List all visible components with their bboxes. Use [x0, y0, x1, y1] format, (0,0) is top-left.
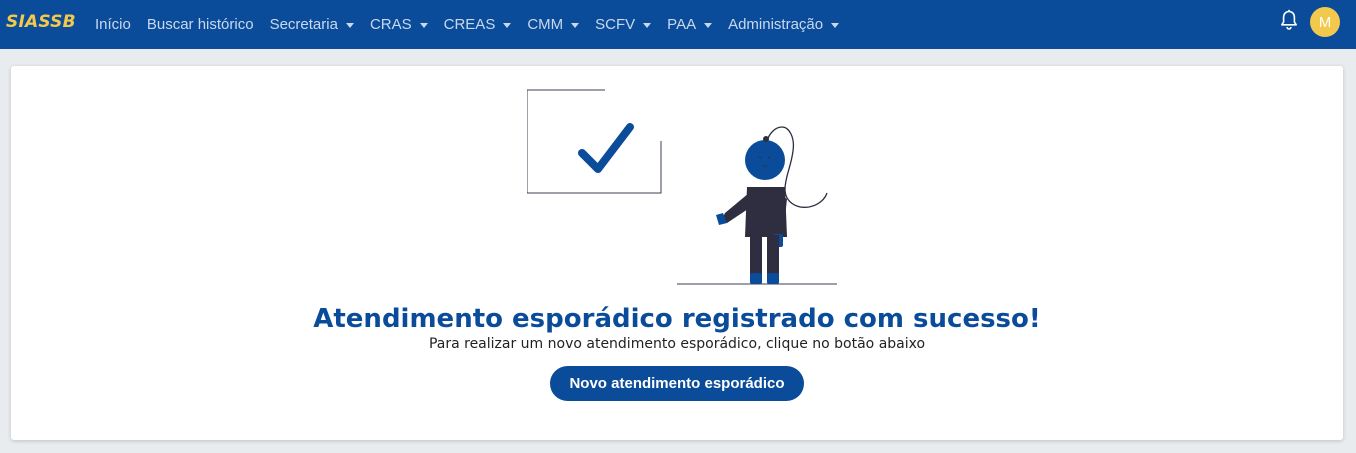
- caret-down-icon: [419, 22, 428, 28]
- caret-down-icon: [571, 22, 580, 28]
- caret-down-icon: [345, 22, 354, 28]
- nav-dropdown-scfv[interactable]: SCFV: [595, 0, 652, 49]
- bell-icon[interactable]: [1279, 9, 1299, 31]
- nav-dropdown-administracao[interactable]: Administração: [728, 0, 840, 49]
- nav-label: CMM: [527, 16, 564, 33]
- brand-logo[interactable]: SIASSB: [6, 12, 76, 32]
- nav-label: CREAS: [443, 16, 496, 33]
- new-sporadic-attendance-button[interactable]: Novo atendimento esporádico: [550, 366, 804, 401]
- nav-dropdown-cras[interactable]: CRAS: [370, 0, 428, 49]
- caret-down-icon: [503, 22, 512, 28]
- nav-label: PAA: [667, 16, 697, 33]
- main-nav: Início Buscar histórico Secretaria CRAS …: [95, 0, 855, 49]
- nav-dropdown-paa[interactable]: PAA: [667, 0, 713, 49]
- nav-label: Administração: [728, 16, 824, 33]
- nav-label: Início: [95, 16, 131, 33]
- nav-dropdown-cmm[interactable]: CMM: [527, 0, 580, 49]
- success-title: Atendimento esporádico registrado com su…: [313, 304, 1041, 334]
- nav-label: Secretaria: [269, 16, 338, 33]
- success-illustration: [527, 89, 837, 285]
- nav-label: Buscar histórico: [146, 16, 254, 33]
- nav-item-buscar-historico[interactable]: Buscar histórico: [147, 0, 254, 49]
- checkmark-icon: [527, 89, 662, 194]
- success-subtitle: Para realizar um novo atendimento esporá…: [428, 336, 926, 352]
- nav-dropdown-creas[interactable]: CREAS: [444, 0, 512, 49]
- caret-down-icon: [704, 22, 713, 28]
- nav-dropdown-secretaria[interactable]: Secretaria: [270, 0, 354, 49]
- nav-label: CRAS: [369, 16, 412, 33]
- nav-label: SCFV: [595, 16, 636, 33]
- caret-down-icon: [643, 22, 652, 28]
- user-avatar[interactable]: M: [1310, 7, 1340, 37]
- top-navbar: SIASSB Início Buscar histórico Secretari…: [0, 0, 1356, 49]
- nav-item-inicio[interactable]: Início: [95, 0, 131, 49]
- success-card: Atendimento esporádico registrado com su…: [11, 66, 1343, 440]
- caret-down-icon: [831, 22, 840, 28]
